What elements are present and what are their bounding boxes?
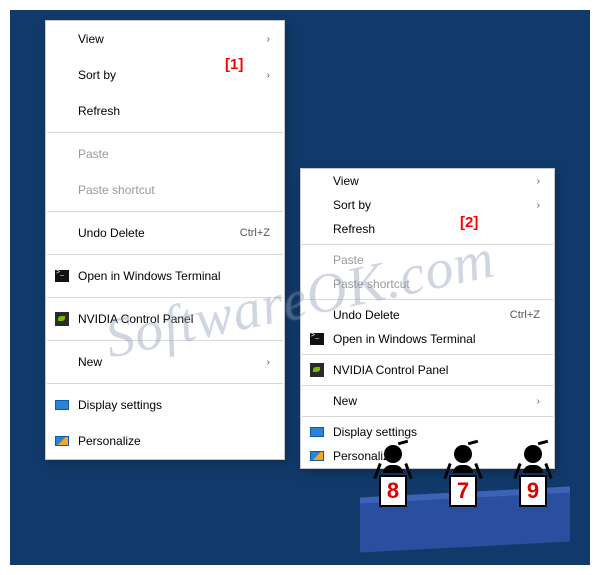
menu-separator: [47, 254, 283, 255]
menu-separator: [47, 383, 283, 384]
nvidia-icon: [309, 362, 325, 378]
menu-item-label: Refresh: [333, 222, 540, 236]
menu-separator: [302, 299, 553, 300]
chevron-right-icon: ›: [267, 70, 270, 81]
menu-item-label: NVIDIA Control Panel: [333, 363, 540, 377]
menu-separator: [302, 385, 553, 386]
desktop-background: View › Sort by › Refresh Paste Paste sho…: [10, 10, 590, 565]
context-menu-1: View › Sort by › Refresh Paste Paste sho…: [45, 20, 285, 460]
menu1-sort-by[interactable]: Sort by ›: [46, 57, 284, 93]
menu-item-label: Refresh: [78, 104, 270, 118]
score-card: 9: [519, 475, 547, 507]
menu-item-label: Open in Windows Terminal: [333, 332, 540, 346]
menu1-new[interactable]: New ›: [46, 344, 284, 380]
menu2-paste: Paste: [301, 248, 554, 272]
menu2-undo-delete[interactable]: Undo Delete Ctrl+Z: [301, 303, 554, 327]
menu-separator: [47, 340, 283, 341]
menu1-display-settings[interactable]: Display settings: [46, 387, 284, 423]
terminal-icon: [54, 268, 70, 284]
judge-3: 9: [508, 445, 558, 507]
menu2-sort-by[interactable]: Sort by ›: [301, 193, 554, 217]
menu2-paste-shortcut: Paste shortcut: [301, 272, 554, 296]
judges-graphic: 8 7 9: [360, 437, 580, 547]
keyboard-shortcut: Ctrl+Z: [240, 227, 270, 239]
menu-separator: [47, 297, 283, 298]
menu2-nvidia[interactable]: NVIDIA Control Panel: [301, 358, 554, 382]
menu-item-label: Undo Delete: [333, 308, 510, 322]
display-icon: [309, 424, 325, 440]
menu1-refresh[interactable]: Refresh: [46, 93, 284, 129]
menu1-nvidia[interactable]: NVIDIA Control Panel: [46, 301, 284, 337]
menu1-open-terminal[interactable]: Open in Windows Terminal: [46, 258, 284, 294]
menu-item-label: View: [78, 32, 257, 46]
judge-1: 8: [368, 445, 418, 507]
menu-item-label: Paste shortcut: [78, 183, 270, 197]
menu-item-label: Paste: [333, 253, 540, 267]
menu-item-label: Undo Delete: [78, 226, 240, 240]
personalize-icon: [309, 448, 325, 464]
nvidia-icon: [54, 311, 70, 327]
menu-item-label: Sort by: [333, 198, 527, 212]
menu-item-label: Personalize: [78, 434, 270, 448]
menu1-undo-delete[interactable]: Undo Delete Ctrl+Z: [46, 215, 284, 251]
menu-item-label: Paste: [78, 147, 270, 161]
menu-separator: [302, 244, 553, 245]
menu-separator: [302, 416, 553, 417]
menu-separator: [302, 354, 553, 355]
menu-item-label: New: [333, 394, 527, 408]
annotation-1: [1]: [225, 56, 243, 73]
menu1-personalize[interactable]: Personalize: [46, 423, 284, 459]
keyboard-shortcut: Ctrl+Z: [510, 309, 540, 321]
menu-item-label: Open in Windows Terminal: [78, 269, 270, 283]
chevron-right-icon: ›: [537, 396, 540, 407]
chevron-right-icon: ›: [267, 34, 270, 45]
menu-item-label: Display settings: [78, 398, 270, 412]
personalize-icon: [54, 433, 70, 449]
chevron-right-icon: ›: [537, 176, 540, 187]
menu-item-label: Paste shortcut: [333, 277, 540, 291]
menu-separator: [47, 132, 283, 133]
score-card: 8: [379, 475, 407, 507]
judge-2: 7: [438, 445, 488, 507]
menu2-open-terminal[interactable]: Open in Windows Terminal: [301, 327, 554, 351]
menu-item-label: New: [78, 355, 257, 369]
menu2-refresh[interactable]: Refresh: [301, 217, 554, 241]
score-card: 7: [449, 475, 477, 507]
chevron-right-icon: ›: [537, 200, 540, 211]
menu1-paste: Paste: [46, 136, 284, 172]
menu1-view[interactable]: View ›: [46, 21, 284, 57]
menu-item-label: View: [333, 174, 527, 188]
menu2-view[interactable]: View ›: [301, 169, 554, 193]
terminal-icon: [309, 331, 325, 347]
chevron-right-icon: ›: [267, 357, 270, 368]
annotation-2: [2]: [460, 214, 478, 231]
menu1-paste-shortcut: Paste shortcut: [46, 172, 284, 208]
display-icon: [54, 397, 70, 413]
menu-separator: [47, 211, 283, 212]
menu-item-label: NVIDIA Control Panel: [78, 312, 270, 326]
menu2-new[interactable]: New ›: [301, 389, 554, 413]
context-menu-2: View › Sort by › Refresh Paste Paste sho…: [300, 168, 555, 469]
